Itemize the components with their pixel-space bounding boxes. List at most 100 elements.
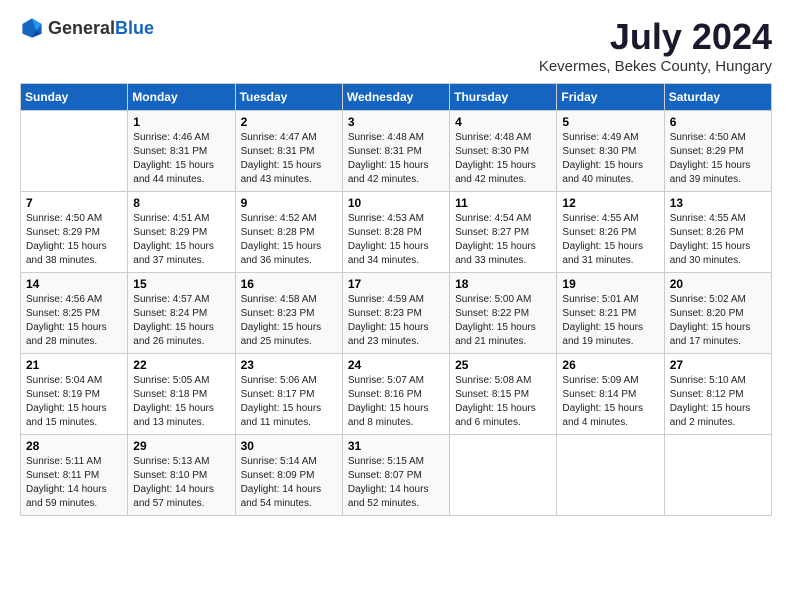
calendar-cell: 17 Sunrise: 4:59 AMSunset: 8:23 PMDayligh… [342, 273, 449, 354]
day-number: 4 [455, 115, 551, 129]
day-number: 5 [562, 115, 658, 129]
day-number: 12 [562, 196, 658, 210]
day-number: 25 [455, 358, 551, 372]
day-number: 31 [348, 439, 444, 453]
calendar-cell: 25 Sunrise: 5:08 AMSunset: 8:15 PMDayligh… [450, 354, 557, 435]
day-number: 28 [26, 439, 122, 453]
day-detail: Sunrise: 5:08 AMSunset: 8:15 PMDaylight:… [455, 374, 551, 430]
calendar-cell: 27 Sunrise: 5:10 AMSunset: 8:12 PMDayligh… [664, 354, 771, 435]
logo-text: GeneralBlue [48, 18, 154, 39]
calendar-cell: 31 Sunrise: 5:15 AMSunset: 8:07 PMDayligh… [342, 435, 449, 516]
day-number: 2 [241, 115, 337, 129]
day-detail: Sunrise: 4:48 AMSunset: 8:31 PMDaylight:… [348, 131, 444, 187]
day-detail: Sunrise: 5:10 AMSunset: 8:12 PMDaylight:… [670, 374, 766, 430]
calendar-cell: 9Sunrise: 4:52 AMSunset: 8:28 PMDaylight… [235, 192, 342, 273]
day-detail: Sunrise: 4:55 AMSunset: 8:26 PMDaylight:… [562, 212, 658, 268]
day-number: 19 [562, 277, 658, 291]
calendar-cell: 21Sunrise: 5:04 AMSunset: 8:19 PMDayligh… [21, 354, 128, 435]
calendar-cell: 11 Sunrise: 4:54 AMSunset: 8:27 PMDayligh… [450, 192, 557, 273]
day-detail: Sunrise: 4:58 AMSunset: 8:23 PMDaylight:… [241, 293, 337, 349]
day-number: 20 [670, 277, 766, 291]
header-saturday: Saturday [664, 84, 771, 111]
day-detail: Sunrise: 5:00 AMSunset: 8:22 PMDaylight:… [455, 293, 551, 349]
day-detail: Sunrise: 5:02 AMSunset: 8:20 PMDaylight:… [670, 293, 766, 349]
day-detail: Sunrise: 4:59 AMSunset: 8:23 PMDaylight:… [348, 293, 444, 349]
calendar-cell: 8Sunrise: 4:51 AMSunset: 8:29 PMDaylight… [128, 192, 235, 273]
calendar-cell: 30 Sunrise: 5:14 AMSunset: 8:09 PMDayligh… [235, 435, 342, 516]
logo-blue: Blue [115, 18, 154, 38]
calendar-cell: 28 Sunrise: 5:11 AMSunset: 8:11 PMDayligh… [21, 435, 128, 516]
day-detail: Sunrise: 5:14 AMSunset: 8:09 PMDaylight:… [241, 455, 337, 511]
day-number: 7 [26, 196, 122, 210]
day-detail: Sunrise: 4:46 AMSunset: 8:31 PMDaylight:… [133, 131, 229, 187]
title-block: July 2024 Kevermes, Bekes County, Hungar… [539, 16, 772, 75]
day-detail: Sunrise: 4:52 AMSunset: 8:28 PMDaylight:… [241, 212, 337, 268]
calendar-cell: 16 Sunrise: 4:58 AMSunset: 8:23 PMDayligh… [235, 273, 342, 354]
calendar-cell [450, 435, 557, 516]
day-number: 22 [133, 358, 229, 372]
calendar-cell: 7 Sunrise: 4:50 AMSunset: 8:29 PMDaylight… [21, 192, 128, 273]
day-number: 11 [455, 196, 551, 210]
day-detail: Sunrise: 4:50 AMSunset: 8:29 PMDaylight:… [670, 131, 766, 187]
calendar-header-row: SundayMondayTuesdayWednesdayThursdayFrid… [21, 84, 772, 111]
header-friday: Friday [557, 84, 664, 111]
calendar-cell: 12 Sunrise: 4:55 AMSunset: 8:26 PMDayligh… [557, 192, 664, 273]
calendar-week-3: 14 Sunrise: 4:56 AMSunset: 8:25 PMDayligh… [21, 273, 772, 354]
page-header: GeneralBlue July 2024 Kevermes, Bekes Co… [20, 16, 772, 75]
day-number: 3 [348, 115, 444, 129]
day-number: 23 [241, 358, 337, 372]
day-number: 17 [348, 277, 444, 291]
day-number: 1 [133, 115, 229, 129]
month-title: July 2024 [539, 16, 772, 58]
calendar-cell [664, 435, 771, 516]
calendar-cell [21, 111, 128, 192]
day-detail: Sunrise: 4:47 AMSunset: 8:31 PMDaylight:… [241, 131, 337, 187]
calendar-cell: 5 Sunrise: 4:49 AMSunset: 8:30 PMDaylight… [557, 111, 664, 192]
calendar-cell: 20 Sunrise: 5:02 AMSunset: 8:20 PMDayligh… [664, 273, 771, 354]
calendar-cell: 18 Sunrise: 5:00 AMSunset: 8:22 PMDayligh… [450, 273, 557, 354]
day-number: 29 [133, 439, 229, 453]
day-number: 6 [670, 115, 766, 129]
day-number: 18 [455, 277, 551, 291]
day-detail: Sunrise: 5:01 AMSunset: 8:21 PMDaylight:… [562, 293, 658, 349]
calendar-cell [557, 435, 664, 516]
day-detail: Sunrise: 5:15 AMSunset: 8:07 PMDaylight:… [348, 455, 444, 511]
calendar-table: SundayMondayTuesdayWednesdayThursdayFrid… [20, 83, 772, 516]
calendar-cell: 14 Sunrise: 4:56 AMSunset: 8:25 PMDayligh… [21, 273, 128, 354]
day-number: 13 [670, 196, 766, 210]
day-number: 14 [26, 277, 122, 291]
day-detail: Sunrise: 4:54 AMSunset: 8:27 PMDaylight:… [455, 212, 551, 268]
calendar-cell: 13Sunrise: 4:55 AMSunset: 8:26 PMDayligh… [664, 192, 771, 273]
header-tuesday: Tuesday [235, 84, 342, 111]
calendar-cell: 24Sunrise: 5:07 AMSunset: 8:16 PMDayligh… [342, 354, 449, 435]
calendar-body: 1 Sunrise: 4:46 AMSunset: 8:31 PMDaylight… [21, 111, 772, 516]
calendar-cell: 23 Sunrise: 5:06 AMSunset: 8:17 PMDayligh… [235, 354, 342, 435]
day-detail: Sunrise: 4:50 AMSunset: 8:29 PMDaylight:… [26, 212, 122, 268]
day-detail: Sunrise: 5:07 AMSunset: 8:16 PMDaylight:… [348, 374, 444, 430]
calendar-week-4: 21Sunrise: 5:04 AMSunset: 8:19 PMDayligh… [21, 354, 772, 435]
header-monday: Monday [128, 84, 235, 111]
location-title: Kevermes, Bekes County, Hungary [539, 58, 772, 75]
day-detail: Sunrise: 4:49 AMSunset: 8:30 PMDaylight:… [562, 131, 658, 187]
calendar-week-1: 1 Sunrise: 4:46 AMSunset: 8:31 PMDaylight… [21, 111, 772, 192]
day-detail: Sunrise: 4:56 AMSunset: 8:25 PMDaylight:… [26, 293, 122, 349]
calendar-cell: 26Sunrise: 5:09 AMSunset: 8:14 PMDayligh… [557, 354, 664, 435]
day-number: 27 [670, 358, 766, 372]
day-number: 10 [348, 196, 444, 210]
day-detail: Sunrise: 5:05 AMSunset: 8:18 PMDaylight:… [133, 374, 229, 430]
day-detail: Sunrise: 5:06 AMSunset: 8:17 PMDaylight:… [241, 374, 337, 430]
header-wednesday: Wednesday [342, 84, 449, 111]
day-detail: Sunrise: 5:11 AMSunset: 8:11 PMDaylight:… [26, 455, 122, 511]
header-thursday: Thursday [450, 84, 557, 111]
day-number: 30 [241, 439, 337, 453]
day-number: 26 [562, 358, 658, 372]
header-sunday: Sunday [21, 84, 128, 111]
calendar-cell: 3 Sunrise: 4:48 AMSunset: 8:31 PMDaylight… [342, 111, 449, 192]
day-detail: Sunrise: 4:53 AMSunset: 8:28 PMDaylight:… [348, 212, 444, 268]
calendar-cell: 19 Sunrise: 5:01 AMSunset: 8:21 PMDayligh… [557, 273, 664, 354]
calendar-week-2: 7 Sunrise: 4:50 AMSunset: 8:29 PMDaylight… [21, 192, 772, 273]
calendar-cell: 29Sunrise: 5:13 AMSunset: 8:10 PMDayligh… [128, 435, 235, 516]
day-number: 8 [133, 196, 229, 210]
calendar-cell: 1 Sunrise: 4:46 AMSunset: 8:31 PMDaylight… [128, 111, 235, 192]
day-number: 16 [241, 277, 337, 291]
